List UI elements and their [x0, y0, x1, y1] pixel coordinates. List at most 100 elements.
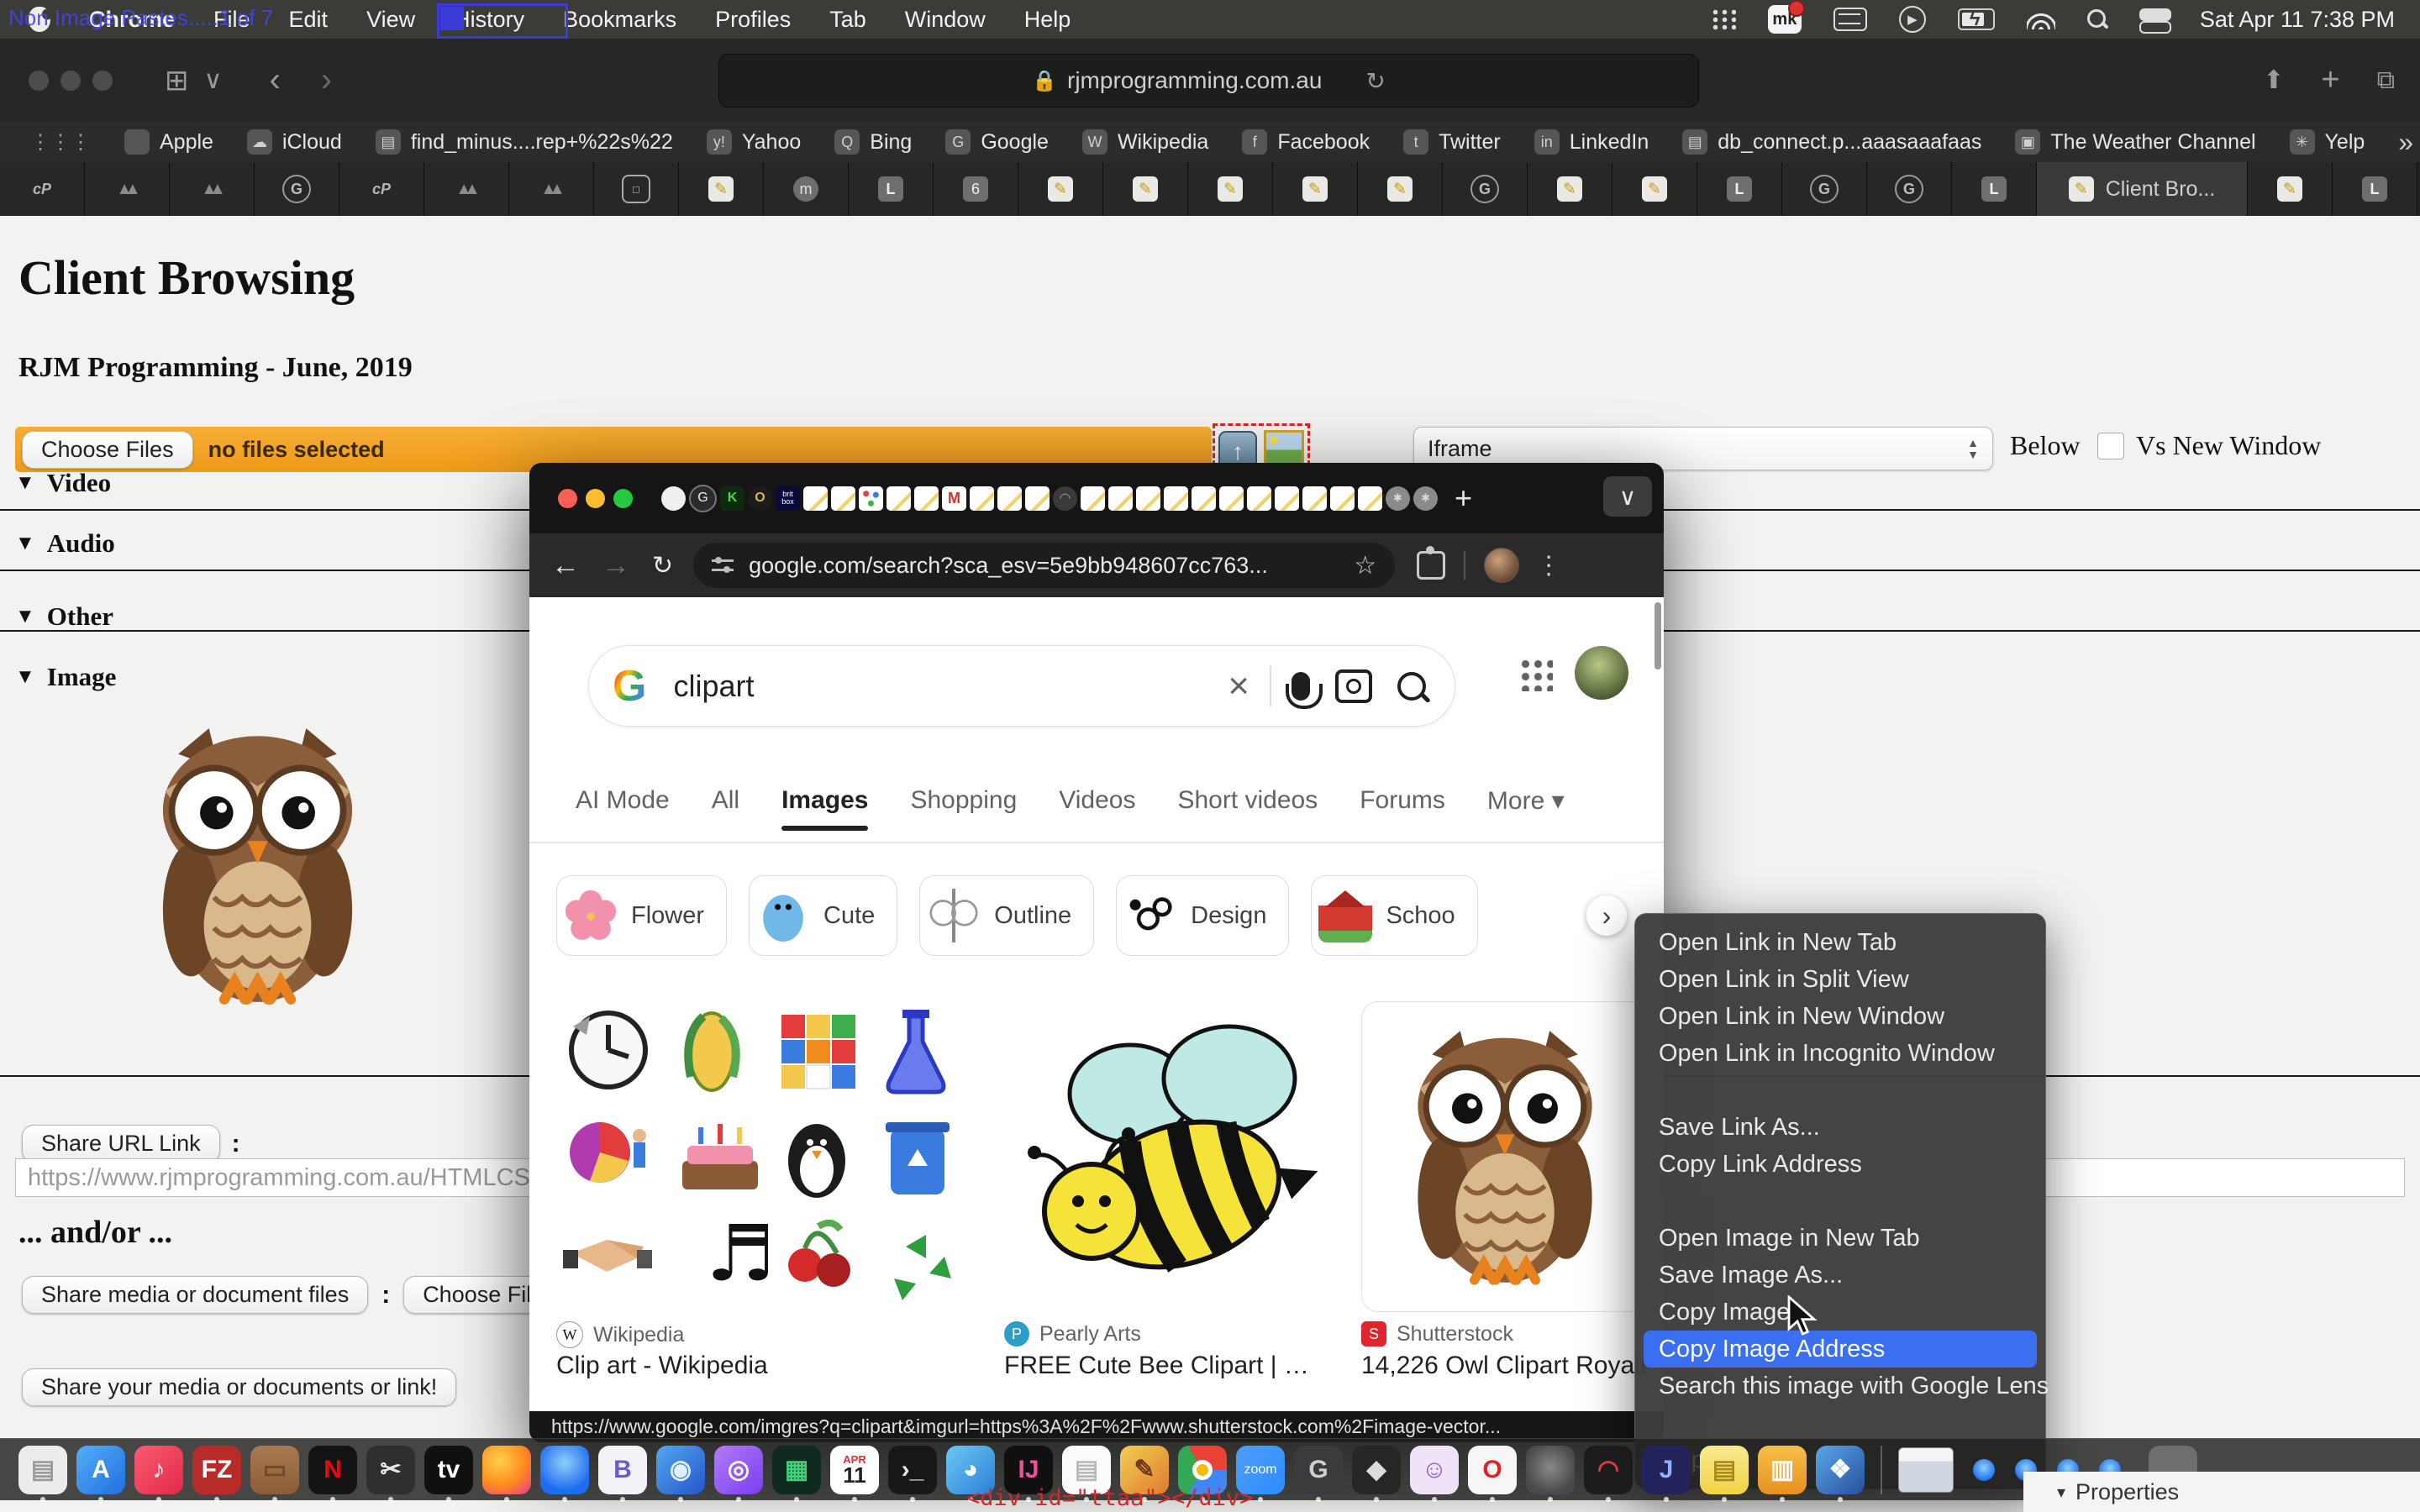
filter-chip[interactable]: Schoo [1311, 875, 1477, 956]
chrome-tab-favicon[interactable] [661, 486, 686, 511]
context-menu-item[interactable] [1635, 1183, 2045, 1220]
google-result-tab[interactable]: More ▾ [1487, 786, 1565, 831]
chrome-tab-favicon[interactable] [970, 486, 994, 511]
result-image-bee[interactable] [1004, 1001, 1355, 1310]
clear-search-icon[interactable]: × [1228, 665, 1249, 707]
forward-icon[interactable]: › [321, 61, 332, 99]
filter-chip[interactable]: Outline [919, 875, 1094, 956]
close-button[interactable] [558, 489, 577, 508]
dock-filezilla[interactable]: FZ [192, 1446, 241, 1494]
section-audio[interactable]: ▼ Audio [15, 528, 115, 559]
context-menu-item[interactable]: Copy Link Address [1635, 1146, 2045, 1183]
favorite-item[interactable]: G Google [945, 129, 1049, 155]
safari-tab[interactable]: L [849, 162, 934, 216]
share-icon[interactable]: ⬆ [2263, 66, 2284, 95]
safari-tab[interactable]: ▲▲ [424, 162, 509, 216]
google-lens-icon[interactable] [1335, 669, 1372, 703]
spotlight-icon[interactable] [2087, 9, 2107, 29]
section-image[interactable]: ▼ Image [15, 662, 116, 692]
dock-bbedit[interactable]: B [598, 1446, 647, 1494]
safari-tab[interactable]: G [1443, 162, 1528, 216]
menu-item[interactable]: Profiles [715, 7, 791, 33]
favorite-item[interactable]: ▣ The Weather Channel [2015, 129, 2255, 155]
google-result-tab[interactable]: Forums [1360, 786, 1445, 831]
chrome-tab-favicon[interactable] [859, 486, 883, 511]
dock-maps-app[interactable]: ◉ [656, 1446, 705, 1494]
chrome-address-bar[interactable]: google.com/search?sca_esv=5e9bb948607cc7… [693, 543, 1395, 588]
context-menu-item[interactable]: Save Link As... [1635, 1109, 2045, 1146]
dock-photos-app[interactable]: ❖ [1816, 1446, 1865, 1494]
profile-avatar[interactable] [1484, 548, 1519, 583]
dock-scissors-app[interactable]: ✂ [366, 1446, 415, 1494]
control-center-icon[interactable] [2139, 8, 2168, 30]
reload-icon[interactable]: ↻ [1365, 67, 1385, 95]
context-menu-item[interactable]: Open Link in Incognito Window [1635, 1035, 2045, 1072]
share-media-button[interactable]: Share media or document files [22, 1276, 368, 1314]
safari-tab[interactable]: ▲▲ [85, 162, 170, 216]
favorite-item[interactable]: in LinkedIn [1534, 129, 1649, 155]
chips-scroll-right-icon[interactable]: › [1586, 895, 1627, 936]
favorite-item[interactable]: y! Yahoo [707, 129, 801, 155]
context-menu-item[interactable] [1635, 1404, 2045, 1441]
dock-books-app[interactable]: ▥ [1758, 1446, 1807, 1494]
context-menu-item[interactable] [1635, 1072, 2045, 1109]
favorite-item[interactable]: f Facebook [1242, 129, 1370, 155]
menu-item[interactable]: Bookmarks [563, 7, 676, 33]
menu-item[interactable]: Edit [289, 7, 329, 33]
vs-new-window-checkbox[interactable] [2097, 433, 2124, 459]
forward-icon[interactable]: → [602, 549, 630, 582]
chrome-tab-favicon[interactable] [886, 486, 911, 511]
play-icon[interactable]: ▶ [1899, 6, 1926, 33]
chrome-tab-favicon[interactable]: ✱ [1386, 486, 1410, 511]
chrome-tab-favicon[interactable]: K [720, 486, 744, 511]
safari-tab[interactable]: m [764, 162, 849, 216]
chevron-down-icon[interactable]: ∨ [204, 66, 223, 95]
safari-tab[interactable]: cP [339, 162, 424, 216]
favorite-item[interactable]: ☁ iCloud [247, 129, 342, 155]
result-title[interactable]: FREE Cute Bee Clipart | … [1004, 1352, 1309, 1380]
extensions-icon[interactable] [1417, 551, 1445, 580]
favorite-item[interactable]: t Twitter [1403, 129, 1501, 155]
safari-tab[interactable]: ✎ [679, 162, 764, 216]
dock-docs-app[interactable]: J [1642, 1446, 1691, 1494]
chrome-tab-favicon[interactable] [997, 486, 1022, 511]
safari-tab[interactable]: ✎ [1018, 162, 1103, 216]
favorites-grid-icon[interactable]: ⋮⋮⋮ [30, 130, 91, 155]
chrome-tab-favicon[interactable]: O [748, 486, 772, 511]
safari-tab[interactable]: cP [0, 162, 85, 216]
safari-tab[interactable]: L [1697, 162, 1782, 216]
sidebar-icon[interactable]: ⊞ [165, 64, 189, 97]
result-title[interactable]: Clip art - Wikipedia [556, 1352, 768, 1380]
dock-music[interactable]: ♪ [134, 1446, 183, 1494]
menu-item[interactable]: Help [1024, 7, 1071, 33]
dock-folder[interactable]: ▭ [250, 1446, 299, 1494]
search-icon[interactable] [1397, 672, 1426, 701]
chrome-tab-favicon[interactable] [1247, 486, 1271, 511]
safari-tab[interactable]: G [255, 162, 339, 216]
favorite-item[interactable]: ▤ find_minus....rep+%22s%22 [376, 129, 673, 155]
context-menu-item[interactable]: Copy Image [1635, 1294, 2045, 1331]
choose-files-button[interactable]: Choose Files [22, 431, 193, 469]
safari-tab[interactable]: ▲▲ [170, 162, 255, 216]
dock-hand-app[interactable] [1526, 1446, 1575, 1494]
chrome-tab-favicon[interactable] [1302, 486, 1327, 511]
mk-badge-icon[interactable]: mk [1768, 5, 1802, 34]
safari-tab[interactable]: ▲▲ [509, 162, 594, 216]
chrome-tab-favicon[interactable] [1358, 486, 1382, 511]
menu-item[interactable]: View [366, 7, 415, 33]
result-source[interactable]: W Wikipedia [556, 1321, 684, 1348]
favorite-item[interactable]: Apple [124, 129, 213, 155]
favorite-item[interactable]: Q Bing [834, 129, 912, 155]
chrome-tab-favicon[interactable] [1219, 486, 1244, 511]
share-url-link-button[interactable]: Share URL Link [22, 1125, 220, 1163]
dock-dial-app[interactable]: ◠ [1584, 1446, 1633, 1494]
new-tab-icon[interactable]: + [2321, 62, 2339, 98]
dock-apple-tv[interactable]: tv [424, 1446, 473, 1494]
chrome-menu-icon[interactable]: ⋮ [1536, 551, 1561, 580]
safari-tab[interactable]: ◻ [594, 162, 679, 216]
filter-chip[interactable]: Cute [749, 875, 897, 956]
site-settings-icon[interactable] [712, 557, 734, 574]
google-result-tab[interactable]: Shopping [910, 786, 1017, 831]
dock-textedit[interactable]: ▤ [18, 1446, 67, 1494]
dock-minimized-window[interactable] [1898, 1447, 1954, 1493]
